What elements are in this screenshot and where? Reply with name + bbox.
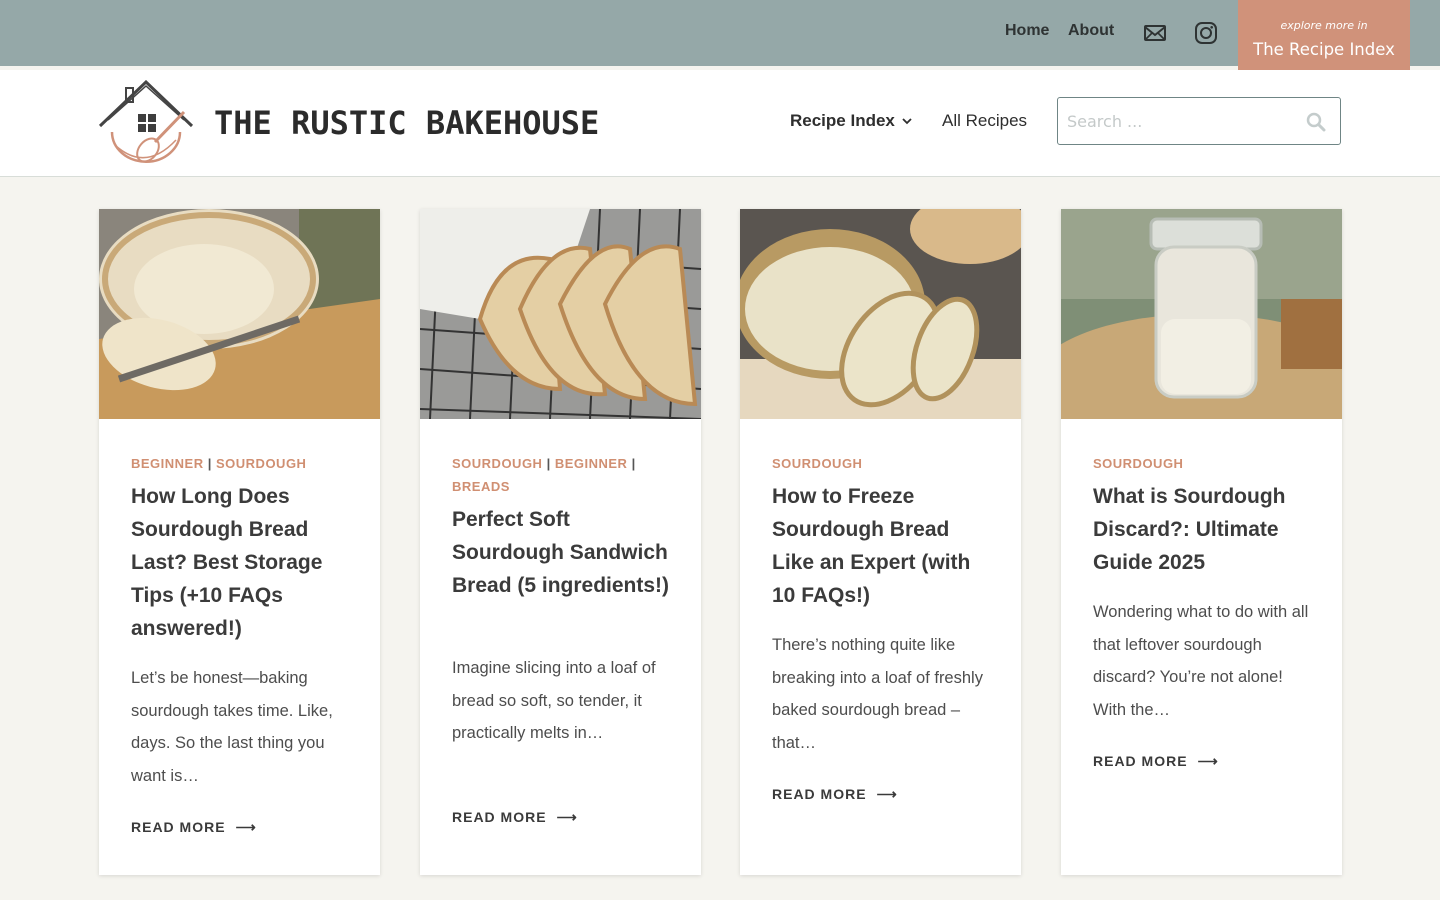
post-card: SOURDOUGH | BEGINNER | BREADS Perfect So… [420, 209, 701, 875]
read-more-label: READ MORE [1093, 753, 1188, 769]
search-box [1057, 97, 1341, 145]
mail-icon[interactable] [1142, 20, 1168, 46]
post-title[interactable]: How Long Does Sourdough Bread Last? Best… [131, 480, 356, 645]
top-bar [0, 0, 1440, 66]
category-link[interactable]: SOURDOUGH [216, 456, 306, 471]
category-link[interactable]: SOURDOUGH [772, 456, 862, 471]
read-more-label: READ MORE [772, 786, 867, 802]
chevron-down-icon[interactable] [900, 114, 914, 128]
category-separator: | [207, 456, 216, 471]
post-image[interactable] [1061, 209, 1342, 419]
category-link[interactable]: SOURDOUGH [1093, 456, 1183, 471]
post-title[interactable]: What is Sourdough Discard?: Ultimate Gui… [1093, 480, 1318, 579]
category-link[interactable]: BEGINNER [131, 456, 204, 471]
nav-recipe-index[interactable]: Recipe Index [790, 111, 895, 131]
category-separator: | [546, 456, 555, 471]
top-nav-home[interactable]: Home [1005, 22, 1049, 40]
arrow-right-icon: ⟶ [556, 809, 578, 825]
recipe-index-title: The Recipe Index [1253, 40, 1395, 59]
post-excerpt: There’s nothing quite like breaking into… [772, 636, 983, 752]
read-more-link[interactable]: READ MORE ⟶ [772, 786, 898, 803]
arrow-right-icon: ⟶ [876, 786, 898, 802]
read-more-link[interactable]: READ MORE ⟶ [452, 809, 578, 826]
house-whisk-logo-icon[interactable] [98, 80, 196, 170]
search-icon[interactable] [1306, 112, 1326, 132]
read-more-label: READ MORE [452, 809, 547, 825]
arrow-right-icon: ⟶ [235, 819, 257, 835]
post-excerpt: Imagine slicing into a loaf of bread so … [452, 659, 656, 742]
post-categories: SOURDOUGH [1093, 452, 1313, 475]
nav-all-recipes[interactable]: All Recipes [942, 111, 1027, 131]
category-link[interactable]: BEGINNER [555, 456, 628, 471]
scalloped-edge [0, 62, 1440, 70]
top-nav-about[interactable]: About [1068, 22, 1114, 40]
category-separator: | [631, 456, 636, 471]
search-input[interactable] [1067, 110, 1287, 132]
post-image[interactable] [420, 209, 701, 419]
read-more-link[interactable]: READ MORE ⟶ [1093, 753, 1219, 770]
arrow-right-icon: ⟶ [1197, 753, 1219, 769]
post-title[interactable]: How to Freeze Sourdough Bread Like an Ex… [772, 480, 997, 612]
category-link[interactable]: BREADS [452, 479, 510, 494]
post-categories: SOURDOUGH [772, 452, 992, 475]
post-image[interactable] [99, 209, 380, 419]
post-card: SOURDOUGH How to Freeze Sourdough Bread … [740, 209, 1021, 875]
post-excerpt: Wondering what to do with all that lefto… [1093, 603, 1309, 719]
post-card: SOURDOUGH What is Sourdough Discard?: Ul… [1061, 209, 1342, 875]
category-link[interactable]: SOURDOUGH [452, 456, 542, 471]
post-excerpt: Let’s be honest—baking sourdough takes t… [131, 669, 333, 785]
post-image[interactable] [740, 209, 1021, 419]
post-categories: BEGINNER | SOURDOUGH [131, 452, 351, 475]
site-title[interactable]: THE RUSTIC BAKEHOUSE [214, 104, 599, 142]
instagram-icon[interactable] [1193, 20, 1219, 46]
post-categories: SOURDOUGH | BEGINNER | BREADS [452, 452, 672, 498]
post-card: BEGINNER | SOURDOUGH How Long Does Sourd… [99, 209, 380, 875]
post-title[interactable]: Perfect Soft Sourdough Sandwich Bread (5… [452, 503, 677, 602]
read-more-link[interactable]: READ MORE ⟶ [131, 819, 257, 836]
recipe-index-eyebrow: explore more in [1280, 19, 1368, 32]
read-more-label: READ MORE [131, 819, 226, 835]
